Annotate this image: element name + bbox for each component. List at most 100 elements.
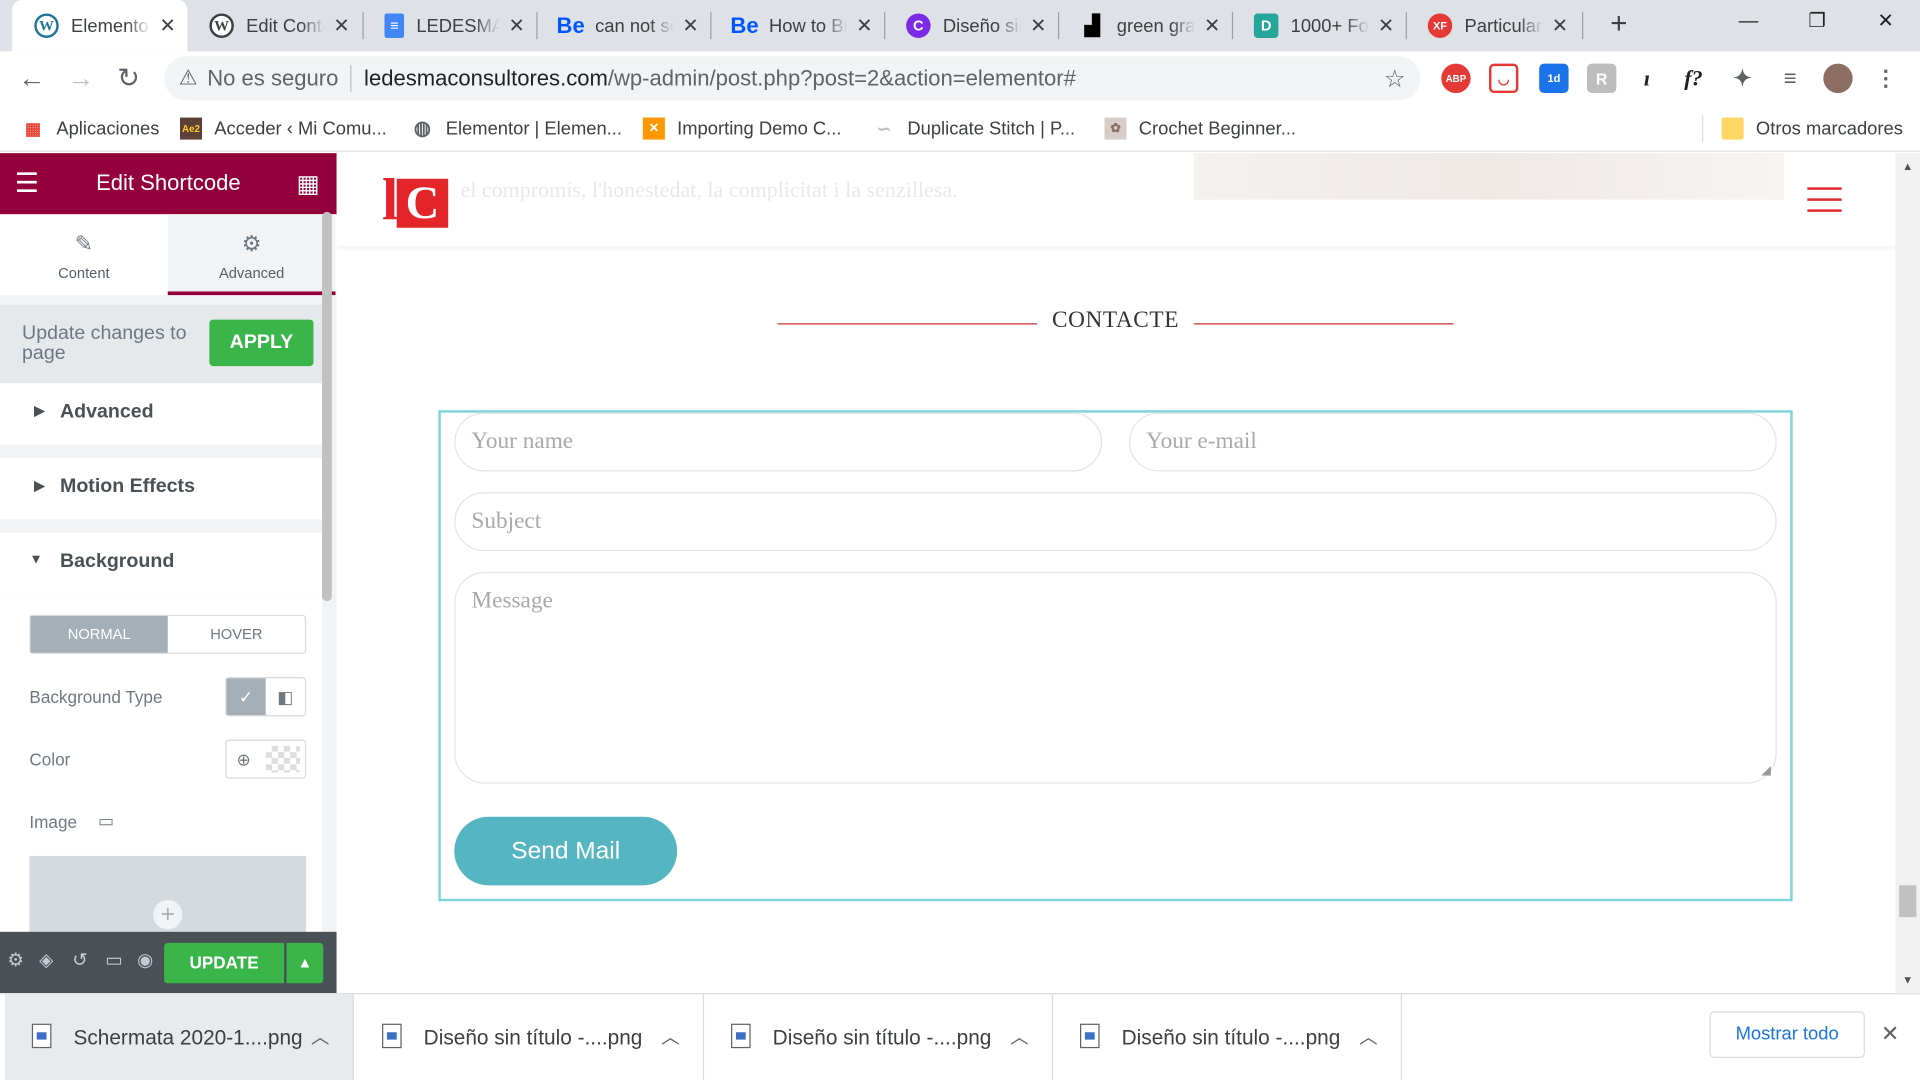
caret-up-icon[interactable]: ▲	[286, 942, 324, 984]
tab-canva[interactable]: C Diseño sin ✕	[884, 0, 1058, 51]
r-ext-icon[interactable]: R	[1586, 63, 1617, 94]
tab-title: Edit Contact	[246, 15, 324, 37]
color-label: Color	[29, 749, 71, 769]
avatar[interactable]	[1823, 63, 1853, 94]
forward-button[interactable]: →	[61, 59, 100, 98]
bookmark-importing[interactable]: ✕ Importing Demo C...	[642, 115, 841, 142]
new-tab-button[interactable]: +	[1602, 7, 1636, 41]
tab-particular[interactable]: XF Particular ✕	[1406, 0, 1580, 51]
bookmark-apps[interactable]: ▦ Aplicaciones	[22, 115, 160, 142]
photo-icon: ✿	[1104, 117, 1127, 140]
close-icon[interactable]: ✕	[332, 13, 352, 37]
tab-unsplash[interactable]: ▟ green gra ✕	[1058, 0, 1232, 51]
hover-tab[interactable]: HOVER	[168, 616, 305, 653]
hero-text-behind: el compromís, l'honestedat, la complicit…	[460, 177, 958, 203]
close-icon[interactable]: ✕	[1881, 1021, 1899, 1047]
calendar-ext-icon[interactable]: 1d	[1539, 63, 1569, 94]
subject-input[interactable]: Subject	[454, 492, 1777, 552]
minimize-button[interactable]: —	[1714, 0, 1783, 44]
settings-icon[interactable]: ⚙	[7, 949, 23, 971]
update-button[interactable]: UPDATE	[164, 942, 285, 984]
desktop-icon[interactable]: ▭	[98, 811, 114, 832]
send-mail-button[interactable]: Send Mail	[454, 816, 678, 886]
media-icon[interactable]: ≡	[1776, 64, 1805, 93]
preview-scrollbar[interactable]: ▲ ▼	[1895, 153, 1920, 994]
bookmark-otros[interactable]: Otros marcadores	[1721, 115, 1903, 142]
download-item[interactable]: Diseño sin título -....png ︿	[355, 994, 705, 1080]
section-motion-effects[interactable]: ▶ Motion Effects	[0, 457, 323, 520]
resize-grip-icon[interactable]: ◢	[1761, 764, 1770, 777]
tab-strip: W Elementor | Edit Contact ✕ W Edit Cont…	[0, 0, 1920, 52]
bookmark-label: Acceder ‹ Mi Comu...	[214, 118, 387, 139]
normal-tab[interactable]: NORMAL	[30, 615, 168, 653]
chevron-up-icon[interactable]: ︿	[1010, 1024, 1028, 1050]
site-logo[interactable]: lC	[382, 171, 449, 230]
tab-advanced[interactable]: ⚙ Advanced	[167, 214, 336, 296]
chevron-up-icon[interactable]: ︿	[1359, 1024, 1377, 1050]
extensions-icon[interactable]: ✦	[1728, 64, 1757, 93]
tab-ledesma[interactable]: ≡ LEDESMA ✕	[362, 0, 536, 51]
image-file-icon	[31, 1023, 52, 1049]
tab-title: can not se	[595, 15, 674, 37]
font-ext-icon[interactable]: f?	[1679, 64, 1708, 93]
close-icon[interactable]: ✕	[855, 13, 875, 37]
widgets-grid-icon[interactable]: ▦	[296, 169, 319, 200]
download-item[interactable]: Diseño sin título -....png ︿	[1053, 994, 1403, 1080]
back-button[interactable]: ←	[12, 59, 51, 98]
adblock-icon[interactable]: ABP	[1441, 63, 1471, 94]
navigator-icon[interactable]: ◈	[39, 949, 53, 971]
close-icon[interactable]: ✕	[507, 13, 527, 37]
history-icon[interactable]: ↺	[72, 949, 87, 971]
close-icon[interactable]: ✕	[681, 13, 701, 37]
responsive-icon[interactable]: ▭	[105, 949, 122, 971]
url-path: /wp-admin/post.php?post=2&action=element…	[607, 65, 1076, 91]
tab-edit-contact[interactable]: W Edit Contact ✕	[187, 0, 361, 51]
download-filename: Schermata 2020-1....png	[73, 1026, 303, 1050]
bookmark-acceder[interactable]: Ae2 Acceder ‹ Mi Comu...	[180, 115, 387, 142]
address-bar[interactable]: ⚠ No es seguro ledesmaconsultores.com/wp…	[164, 56, 1421, 101]
italic-ext-icon[interactable]: ı	[1632, 64, 1661, 93]
section-advanced[interactable]: ▶ Advanced	[0, 383, 323, 445]
menu-icon[interactable]: ⋮	[1871, 64, 1900, 93]
gradient-icon[interactable]: ◧	[266, 678, 305, 715]
close-icon[interactable]: ✕	[1550, 13, 1570, 37]
tab-elementor[interactable]: W Elementor | Edit Contact ✕	[12, 0, 188, 52]
apply-button[interactable]: APPLY	[209, 319, 314, 367]
chevron-up-icon[interactable]: ︿	[311, 1024, 329, 1050]
preview-eye-icon[interactable]: ◉	[137, 949, 153, 971]
bookmark-star-icon[interactable]: ☆	[1384, 63, 1406, 94]
reload-button[interactable]: ↻	[109, 59, 148, 98]
section-label: Advanced	[60, 401, 154, 423]
download-item[interactable]: Schermata 2020-1....png ︿	[4, 994, 354, 1080]
tab-behance-2[interactable]: Be How to Bu ✕	[710, 0, 884, 51]
scroll-down-icon[interactable]: ▼	[1896, 973, 1920, 985]
name-input[interactable]: Your name	[454, 412, 1103, 472]
scroll-up-icon[interactable]: ▲	[1896, 160, 1920, 172]
tab-fonts[interactable]: D 1000+ Fo ✕	[1232, 0, 1406, 51]
brush-icon[interactable]: ✓	[226, 678, 266, 716]
site-menu-icon[interactable]	[1807, 187, 1842, 212]
close-icon[interactable]: ✕	[1202, 13, 1222, 37]
restore-button[interactable]: ❐	[1783, 0, 1852, 44]
download-filename: Diseño sin título -....png	[1121, 1026, 1341, 1050]
show-all-button[interactable]: Mostrar todo	[1709, 1011, 1865, 1058]
close-window-button[interactable]: ✕	[1851, 0, 1920, 44]
tab-content[interactable]: ✎ Content	[0, 214, 168, 295]
tab-behance-1[interactable]: Be can not se ✕	[536, 0, 710, 51]
section-background[interactable]: ▼ Background	[0, 532, 323, 594]
download-item[interactable]: Diseño sin título -....png ︿	[704, 994, 1054, 1080]
bookmark-elementor[interactable]: ◍ Elementor | Elemen...	[411, 115, 622, 142]
globe-icon[interactable]: ⊕	[227, 741, 261, 778]
message-textarea[interactable]: Message ◢	[454, 571, 1777, 784]
close-icon[interactable]: ✕	[1029, 13, 1049, 37]
panel-scrollbar[interactable]	[322, 211, 332, 602]
chevron-up-icon[interactable]: ︿	[661, 1024, 679, 1050]
bookmark-stitch[interactable]: ∽ Duplicate Stitch | P...	[873, 115, 1075, 142]
bookmark-crochet[interactable]: ✿ Crochet Beginner...	[1104, 115, 1296, 142]
scroll-thumb[interactable]	[1899, 885, 1917, 918]
pocket-icon[interactable]: ◡	[1488, 63, 1519, 94]
close-icon[interactable]: ✕	[1376, 13, 1396, 37]
email-input[interactable]: Your e-mail	[1128, 412, 1777, 472]
close-icon[interactable]: ✕	[158, 13, 178, 37]
color-swatch[interactable]	[265, 745, 301, 773]
